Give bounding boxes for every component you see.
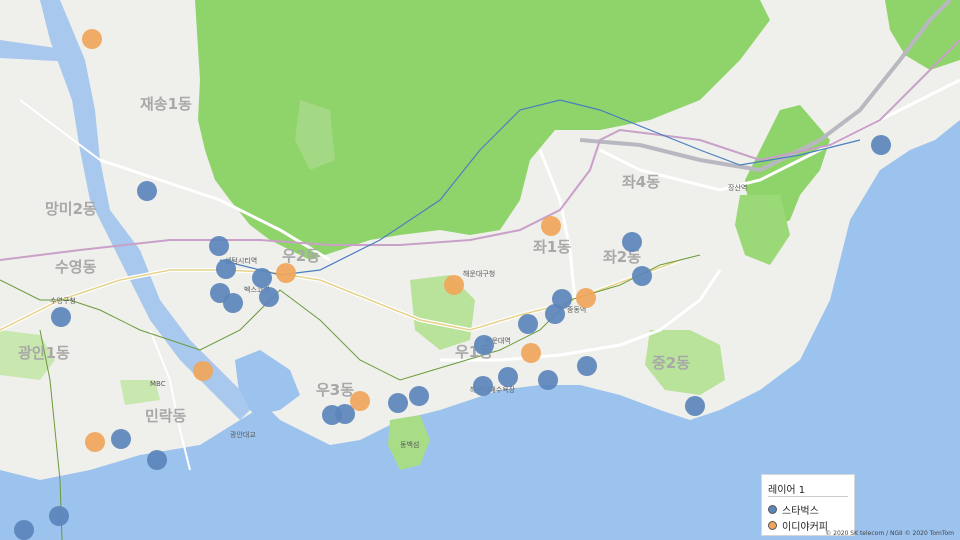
district-label: 좌4동 — [622, 173, 661, 191]
ediya-marker[interactable] — [576, 288, 596, 308]
place-label: 수영구청 — [50, 297, 76, 305]
mountain-jangsan — [195, 0, 770, 260]
legend-swatch-ediya — [768, 521, 777, 530]
starbucks-marker[interactable] — [111, 429, 131, 449]
ediya-marker[interactable] — [82, 29, 102, 49]
starbucks-marker[interactable] — [538, 370, 558, 390]
starbucks-marker[interactable] — [388, 393, 408, 413]
legend-item-ediya[interactable]: 이디야커피 — [768, 518, 828, 533]
place-label: 동백섬 — [400, 441, 420, 449]
legend-item-starbucks[interactable]: 스타벅스 — [768, 502, 819, 517]
district-label: 좌1동 — [533, 238, 572, 256]
ediya-marker[interactable] — [444, 275, 464, 295]
district-label: 우3동 — [316, 381, 355, 399]
ediya-marker[interactable] — [193, 361, 213, 381]
starbucks-marker[interactable] — [871, 135, 891, 155]
ediya-marker[interactable] — [541, 216, 561, 236]
map-attribution: © 2020 SK telecom / NGII © 2020 TomTom — [825, 530, 954, 537]
ediya-marker[interactable] — [521, 343, 541, 363]
map-canvas[interactable]: 재송1동 망미2동 수영동 광안1동 민락동 우2동 우3동 우1동 좌4동 좌… — [0, 0, 960, 540]
mountain-east2 — [735, 195, 790, 265]
starbucks-marker[interactable] — [577, 356, 597, 376]
starbucks-marker[interactable] — [552, 289, 572, 309]
place-label: 해운대구청 — [463, 270, 496, 278]
starbucks-marker[interactable] — [223, 293, 243, 313]
ediya-marker[interactable] — [350, 391, 370, 411]
starbucks-marker[interactable] — [498, 367, 518, 387]
starbucks-marker[interactable] — [209, 236, 229, 256]
starbucks-marker[interactable] — [147, 450, 167, 470]
district-label: 광안1동 — [18, 344, 70, 362]
district-label: 민락동 — [145, 407, 187, 425]
starbucks-marker[interactable] — [51, 307, 71, 327]
legend-swatch-starbucks — [768, 505, 777, 514]
starbucks-marker[interactable] — [409, 386, 429, 406]
district-label: 수영동 — [55, 258, 97, 276]
district-label: 중2동 — [652, 354, 691, 372]
starbucks-marker[interactable] — [632, 266, 652, 286]
starbucks-marker[interactable] — [622, 232, 642, 252]
district-label: 망미2동 — [45, 200, 97, 218]
legend-label: 스타벅스 — [782, 506, 819, 517]
starbucks-marker[interactable] — [49, 506, 69, 526]
starbucks-marker[interactable] — [259, 287, 279, 307]
legend-divider — [768, 496, 848, 497]
starbucks-marker[interactable] — [137, 181, 157, 201]
place-label: 광안대교 — [230, 431, 256, 439]
mountain-north — [885, 0, 960, 70]
ediya-marker[interactable] — [85, 432, 105, 452]
starbucks-marker[interactable] — [14, 520, 34, 540]
starbucks-marker[interactable] — [252, 268, 272, 288]
park-1 — [410, 275, 475, 350]
starbucks-marker[interactable] — [685, 396, 705, 416]
district-label: 재송1동 — [140, 95, 192, 113]
ediya-marker[interactable] — [276, 263, 296, 283]
place-label: MBC — [150, 380, 166, 388]
map-legend: 레이어 1 스타벅스 이디야커피 — [761, 474, 855, 536]
starbucks-marker[interactable] — [474, 335, 494, 355]
starbucks-marker[interactable] — [216, 259, 236, 279]
place-label: 장산역 — [728, 184, 748, 192]
legend-label: 이디야커피 — [782, 522, 828, 533]
starbucks-marker[interactable] — [473, 376, 493, 396]
legend-title: 레이어 1 — [768, 485, 806, 496]
starbucks-marker[interactable] — [518, 314, 538, 334]
